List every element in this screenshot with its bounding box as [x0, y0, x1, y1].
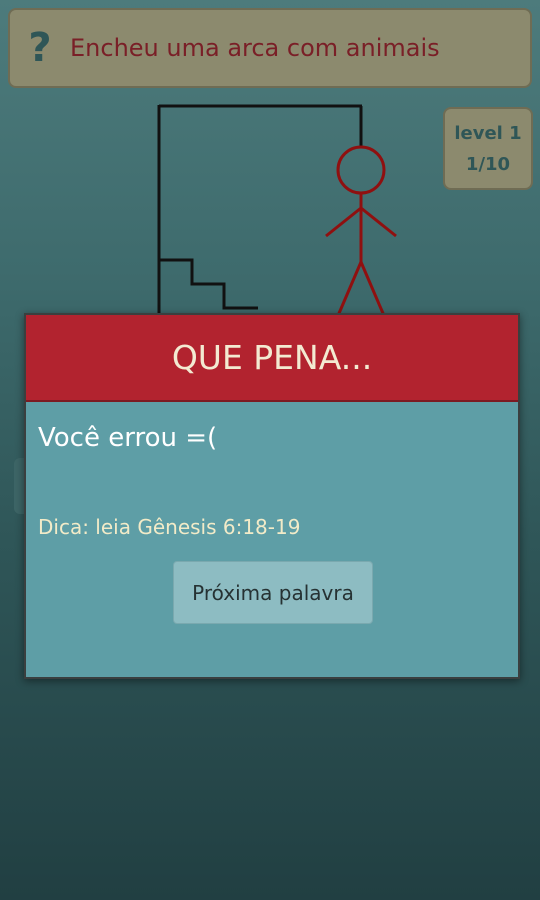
- level-progress: 1/10: [465, 153, 511, 175]
- hangman-figure: [325, 145, 397, 319]
- dialog-header: QUE PENA...: [26, 315, 518, 402]
- level-label: level 1: [454, 122, 522, 144]
- dialog-title: QUE PENA...: [171, 338, 373, 377]
- hangman-right-arm: [360, 206, 397, 238]
- hangman-right-leg: [359, 261, 387, 319]
- hangman-left-leg: [335, 261, 363, 319]
- dialog-message: Você errou =(: [38, 423, 218, 453]
- game-over-dialog: QUE PENA... Você errou =( Dica: leia Gên…: [24, 313, 520, 679]
- hangman-head: [336, 145, 386, 195]
- next-word-button[interactable]: Próxima palavra: [173, 561, 373, 624]
- dialog-tip: Dica: leia Gênesis 6:18-19: [38, 515, 301, 539]
- hangman-left-arm: [325, 206, 362, 238]
- gallows-stairs: [159, 258, 258, 310]
- level-badge: level 1 1/10: [443, 107, 533, 190]
